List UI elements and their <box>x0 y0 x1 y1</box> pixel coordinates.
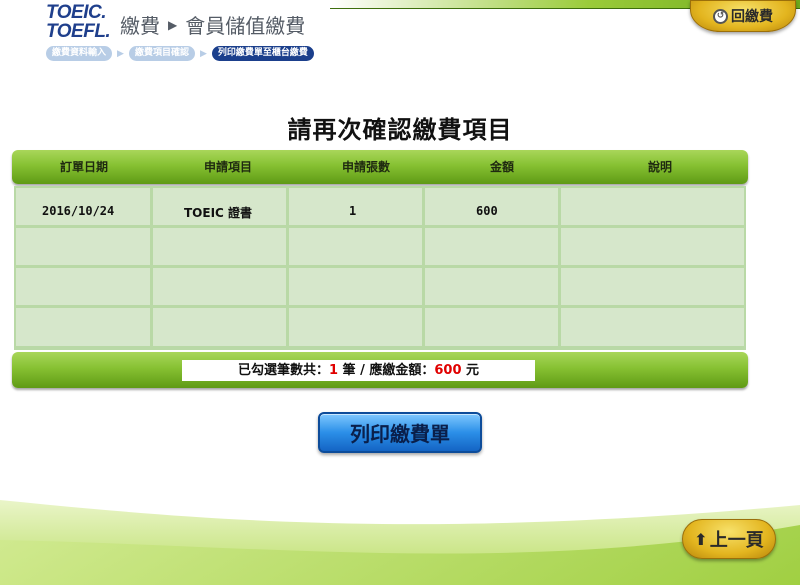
breadcrumb-arrow-icon: ▶ <box>199 48 207 59</box>
logo-line-2: TOEFL. <box>46 21 111 42</box>
payable-amount: 600 <box>434 363 462 378</box>
return-icon: ↺ <box>713 8 728 24</box>
print-payment-slip-button[interactable]: 列印繳費單 <box>318 412 482 453</box>
previous-page-label: 上一頁 <box>709 530 764 551</box>
col-amount: 金額 <box>489 160 514 174</box>
col-item: 申請項目 <box>203 160 252 174</box>
quantity-value: 1 <box>349 204 357 218</box>
breadcrumb-step-1: 繳費資料輸入 <box>46 46 113 61</box>
section-title: 繳費 <box>120 14 160 38</box>
summary-mid: 筆 / 應繳金額： <box>338 363 435 378</box>
table-cell <box>425 228 558 265</box>
table-cell <box>153 228 286 265</box>
table-cell <box>153 268 286 305</box>
summary-box: 已勾選筆數共：1 筆 / 應繳金額：600 元 <box>182 360 535 381</box>
col-order-date: 訂單日期 <box>59 160 108 174</box>
col-quantity: 申請張數 <box>341 160 390 174</box>
summary-prefix: 已勾選筆數共： <box>237 363 329 378</box>
back-to-pay-button[interactable]: ↺ 回繳費 <box>690 0 796 32</box>
item-value: TOEIC 證書 <box>184 206 253 220</box>
table-cell <box>16 268 150 305</box>
title-arrow-icon: ▶ <box>168 17 178 32</box>
table-cell <box>289 228 422 265</box>
order-date-value: 2016/10/24 <box>42 204 115 218</box>
back-to-pay-label: 回繳費 <box>731 9 773 25</box>
up-arrow-icon: ⬆ <box>694 529 708 549</box>
previous-page-button[interactable]: ⬆ 上一頁 <box>682 519 776 559</box>
table-cell <box>289 268 422 305</box>
breadcrumb-step-2: 繳費項目確認 <box>128 46 195 61</box>
table-cell <box>561 188 744 225</box>
table-cell <box>289 308 422 346</box>
table-cell <box>153 308 286 346</box>
col-description: 說明 <box>647 160 672 174</box>
table-cell <box>425 268 558 305</box>
bottom-swoosh-decoration <box>0 500 800 585</box>
toeic-toefl-logo: TOEIC. TOEFL. <box>46 2 111 42</box>
subsection-title: 會員儲值繳費 <box>185 14 306 38</box>
selected-count: 1 <box>328 363 339 378</box>
breadcrumb: 繳費資料輸入 ▶ 繳費項目確認 ▶ 列印繳費單至櫃台繳費 <box>46 46 314 61</box>
page-title: 繳費 ▶ 會員儲值繳費 <box>120 10 305 39</box>
amount-value: 600 <box>476 204 498 218</box>
confirm-heading: 請再次確認繳費項目 <box>287 116 513 144</box>
table-cell <box>561 268 744 305</box>
table-cell <box>561 308 744 346</box>
summary-suffix: 元 <box>461 363 480 378</box>
table-cell <box>16 228 150 265</box>
logo-line-1: TOEIC. <box>46 2 107 23</box>
table-body: 2016/10/24 TOEIC 證書 1 600 <box>14 186 746 350</box>
breadcrumb-arrow-icon: ▶ <box>117 48 124 59</box>
table-cell <box>16 308 150 346</box>
payment-items-table: 訂單日期 申請項目 申請張數 金額 說明 2016/10/24 TOEIC 證書 <box>12 150 748 390</box>
table-cell <box>561 228 744 265</box>
breadcrumb-step-3: 列印繳費單至櫃台繳費 <box>211 46 314 61</box>
table-footer: 已勾選筆數共：1 筆 / 應繳金額：600 元 <box>12 352 748 388</box>
table-cell <box>425 308 558 346</box>
table-header: 訂單日期 申請項目 申請張數 金額 說明 <box>12 150 748 184</box>
